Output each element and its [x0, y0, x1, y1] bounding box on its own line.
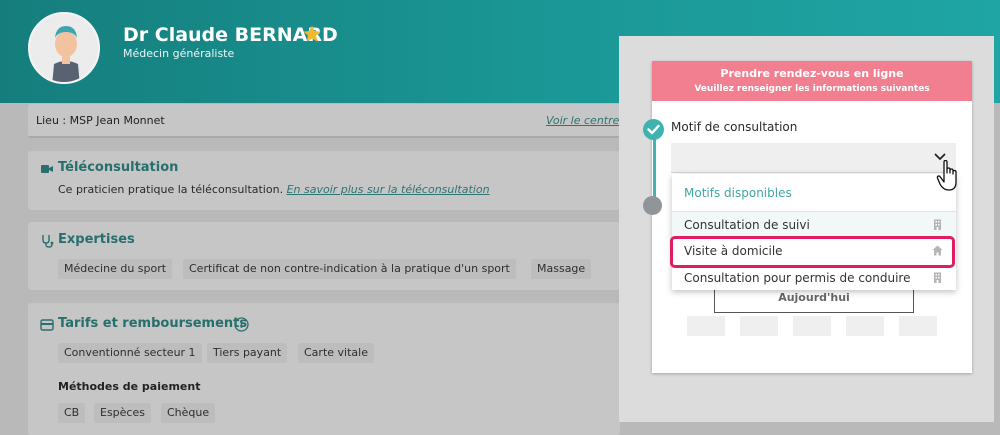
tarif-chip: Conventionné secteur 1 [58, 343, 202, 363]
tarif-chip: Carte vitale [298, 343, 374, 363]
time-slot[interactable] [899, 316, 937, 336]
expertise-chip: Certificat de non contre-indication à la… [183, 259, 516, 279]
payment-chip: Espèces [94, 403, 151, 423]
info-icon[interactable] [234, 317, 249, 332]
payment-chip: CB [58, 403, 86, 423]
time-slot[interactable] [793, 316, 831, 336]
see-center-link[interactable]: Voir le centre [546, 114, 619, 127]
step-complete-icon [643, 119, 664, 140]
time-slot[interactable] [740, 316, 778, 336]
step-timeline [653, 136, 656, 204]
hand-cursor-icon [936, 160, 957, 191]
time-slot[interactable] [846, 316, 884, 336]
motif-dropdown: Motifs disponibles Consultation de suivi… [672, 174, 956, 290]
time-slot[interactable] [687, 316, 725, 336]
stethoscope-icon [42, 235, 54, 248]
payment-chip: Chèque [161, 403, 216, 423]
highlight-annotation [670, 236, 955, 268]
building-icon [934, 219, 941, 230]
doctor-specialty: Médecin généraliste [123, 47, 235, 60]
teleconsultation-card: Téléconsultation Ce praticien pratique l… [28, 151, 620, 210]
dropdown-header: Motifs disponibles [684, 186, 792, 200]
step-pending-icon [643, 196, 662, 215]
option-label: Consultation pour permis de conduire [684, 271, 911, 285]
location-card: Lieu : MSP Jean Monnet Voir le centre [28, 104, 620, 138]
teleconsultation-link[interactable]: En savoir plus sur la téléconsultation [287, 183, 490, 196]
booking-title: Prendre rendez-vous en ligne [720, 67, 904, 80]
credit-card-icon [40, 319, 54, 331]
expertises-title: Expertises [58, 232, 135, 247]
booking-header: Prendre rendez-vous en ligne Veuillez re… [652, 61, 972, 101]
option-label: Consultation de suivi [684, 218, 810, 232]
expertise-chip: Médecine du sport [58, 259, 173, 279]
expertises-card: Expertises Médecine du sport Certificat … [28, 222, 620, 290]
teleconsultation-description: Ce praticien pratique la téléconsultatio… [58, 183, 284, 196]
booking-subtitle: Veuillez renseigner les informations sui… [694, 84, 930, 94]
teleconsultation-title: Téléconsultation [58, 160, 179, 175]
tarifs-card: Tarifs et remboursements Conventionné se… [28, 303, 620, 435]
option-consultation-suivi[interactable]: Consultation de suivi [672, 212, 956, 237]
teleconsultation-text: Ce praticien pratique la téléconsultatio… [58, 183, 490, 196]
tarifs-title: Tarifs et remboursements [58, 316, 248, 331]
location-label: Lieu : MSP Jean Monnet [36, 114, 165, 127]
avatar [28, 12, 100, 84]
payment-methods-title: Méthodes de paiement [58, 380, 201, 393]
video-camera-icon [41, 165, 53, 173]
expertise-chip: Massage [531, 259, 592, 279]
today-button[interactable]: Aujourd'hui [714, 286, 914, 313]
building-icon [934, 272, 941, 283]
option-permis-conduire[interactable]: Consultation pour permis de conduire [672, 265, 956, 290]
motif-label: Motif de consultation [671, 120, 798, 134]
motif-select[interactable] [671, 143, 956, 173]
star-icon[interactable] [302, 24, 322, 44]
tarif-chip: Tiers payant [207, 343, 288, 363]
